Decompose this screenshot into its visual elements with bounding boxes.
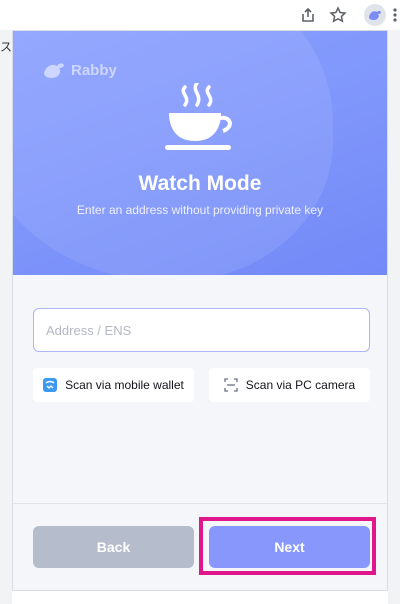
rabbit-icon xyxy=(44,63,64,78)
next-button[interactable]: Next xyxy=(209,526,370,568)
rabby-extension-icon[interactable] xyxy=(364,4,386,26)
page-title: Watch Mode xyxy=(138,172,262,195)
page-background xyxy=(0,30,12,604)
scan-icon xyxy=(224,378,238,392)
scan-mobile-label: Scan via mobile wallet xyxy=(65,378,184,392)
address-input[interactable] xyxy=(33,308,370,352)
header: Rabby Watch Mode Enter an address withou… xyxy=(13,31,387,275)
back-button[interactable]: Back xyxy=(33,526,194,568)
footer-divider xyxy=(13,503,387,504)
scan-pc-label: Scan via PC camera xyxy=(245,378,356,392)
page-text-fragment: ス xyxy=(0,40,13,54)
rabbit-icon xyxy=(369,10,381,20)
share-icon[interactable] xyxy=(299,6,317,24)
page-background-right xyxy=(388,30,400,604)
scan-pc-camera-button[interactable]: Scan via PC camera xyxy=(209,368,370,402)
page-subtitle: Enter an address without providing priva… xyxy=(76,203,324,217)
rabby-popup: Rabby Watch Mode Enter an address withou… xyxy=(12,30,388,591)
logo-text: Rabby xyxy=(71,61,117,79)
more-icon[interactable] xyxy=(392,6,398,24)
star-icon[interactable] xyxy=(329,6,347,24)
scan-mobile-wallet-button[interactable]: Scan via mobile wallet xyxy=(33,368,194,402)
coffee-cup-icon xyxy=(165,83,232,150)
browser-toolbar xyxy=(0,0,400,30)
mobile-wallet-icon xyxy=(43,378,58,392)
rabby-logo: Rabby xyxy=(43,61,117,79)
